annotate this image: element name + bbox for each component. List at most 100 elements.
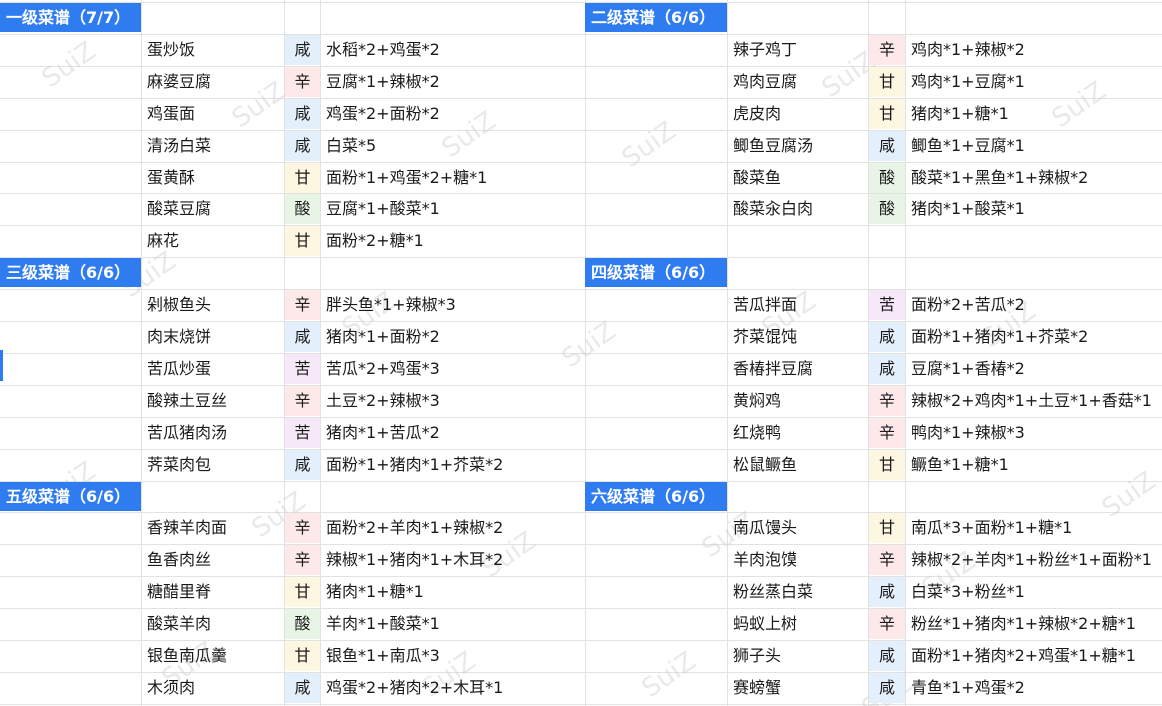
recipe-name-cell[interactable]: 粉丝蒸白菜 xyxy=(727,577,868,607)
ingredients-cell[interactable]: 面粉*1+猪肉*2+鸡蛋*1+糖*1 xyxy=(905,641,1162,671)
ingredients-cell[interactable]: 鸡肉*1+辣椒*2 xyxy=(905,35,1162,65)
ingredients-cell[interactable]: 面粉*2+羊肉*1+辣椒*2 xyxy=(320,513,585,543)
recipe-name-cell[interactable]: 荠菜肉包 xyxy=(141,450,284,480)
ingredients-cell[interactable]: 猪肉*1+糖*1 xyxy=(905,99,1162,129)
recipe-name-cell[interactable]: 麻婆豆腐 xyxy=(141,67,284,97)
recipe-name-cell[interactable]: 鸡肉豆腐 xyxy=(727,67,868,97)
flavor-cell[interactable]: 咸 xyxy=(285,35,320,65)
recipe-name-cell[interactable]: 酸菜羊肉 xyxy=(141,609,284,639)
ingredients-cell[interactable]: 粉丝*1+猪肉*1+辣椒*2+糖*1 xyxy=(905,609,1162,639)
flavor-cell[interactable]: 酸 xyxy=(285,609,320,639)
recipe-name-cell[interactable]: 蛋炒饭 xyxy=(141,35,284,65)
recipe-name-cell[interactable]: 麻花 xyxy=(141,226,284,256)
flavor-cell[interactable]: 辛 xyxy=(285,513,320,543)
ingredients-cell[interactable]: 羊肉*1+酸菜*1 xyxy=(320,609,585,639)
recipe-name-cell[interactable]: 酸辣土豆丝 xyxy=(141,386,284,416)
section-header[interactable]: 五级菜谱（6/6） xyxy=(0,482,141,511)
ingredients-cell[interactable]: 胖头鱼*1+辣椒*3 xyxy=(320,290,585,320)
ingredients-cell[interactable]: 水稻*2+鸡蛋*2 xyxy=(320,35,585,65)
ingredients-cell[interactable]: 猪肉*1+酸菜*1 xyxy=(905,194,1162,224)
flavor-cell[interactable]: 咸 xyxy=(869,322,905,352)
recipe-name-cell[interactable]: 蛋黄酥 xyxy=(141,163,284,193)
ingredients-cell[interactable]: 鸡蛋*2+面粉*2 xyxy=(320,99,585,129)
ingredients-cell[interactable]: 猪肉*1+苦瓜*2 xyxy=(320,418,585,448)
spreadsheet-grid[interactable]: SuiZ SuiZ SuiZ SuiZ SuiZ SuiZ SuiZ SuiZ SuiZ SuiZ… xyxy=(0,0,1162,706)
flavor-cell[interactable]: 甘 xyxy=(869,513,905,543)
ingredients-cell[interactable]: 猪肉*1+糖*1 xyxy=(320,577,585,607)
ingredients-cell[interactable]: 鲫鱼*1+豆腐*1 xyxy=(905,131,1162,161)
flavor-cell[interactable]: 辛 xyxy=(285,290,320,320)
recipe-name-cell[interactable]: 香椿拌豆腐 xyxy=(727,354,868,384)
section-header[interactable]: 一级菜谱（7/7） xyxy=(0,3,141,32)
ingredients-cell[interactable]: 鸡蛋*2+猪肉*2+木耳*1 xyxy=(320,673,585,703)
flavor-cell[interactable]: 甘 xyxy=(285,163,320,193)
flavor-cell[interactable]: 辛 xyxy=(869,386,905,416)
ingredients-cell[interactable]: 鳜鱼*1+糖*1 xyxy=(905,450,1162,480)
ingredients-cell[interactable]: 苦瓜*2+鸡蛋*3 xyxy=(320,354,585,384)
recipe-name-cell[interactable]: 酸菜汆白肉 xyxy=(727,194,868,224)
ingredients-cell[interactable]: 猪肉*1+面粉*2 xyxy=(320,322,585,352)
ingredients-cell[interactable]: 酸菜*1+黑鱼*1+辣椒*2 xyxy=(905,163,1162,193)
section-header[interactable]: 六级菜谱（6/6） xyxy=(585,482,727,511)
flavor-cell[interactable]: 咸 xyxy=(869,354,905,384)
ingredients-cell[interactable]: 南瓜*3+面粉*1+糖*1 xyxy=(905,513,1162,543)
recipe-name-cell[interactable]: 肉末烧饼 xyxy=(141,322,284,352)
recipe-name-cell[interactable]: 酸菜豆腐 xyxy=(141,194,284,224)
recipe-name-cell[interactable]: 苦瓜猪肉汤 xyxy=(141,418,284,448)
flavor-cell[interactable]: 咸 xyxy=(869,577,905,607)
flavor-cell[interactable]: 酸 xyxy=(869,163,905,193)
ingredients-cell[interactable]: 白菜*5 xyxy=(320,131,585,161)
flavor-cell[interactable]: 甘 xyxy=(869,99,905,129)
ingredients-cell[interactable]: 青鱼*1+鸡蛋*2 xyxy=(905,673,1162,703)
recipe-name-cell[interactable]: 芥菜馄饨 xyxy=(727,322,868,352)
ingredients-cell[interactable]: 面粉*1+猪肉*1+芥菜*2 xyxy=(320,450,585,480)
ingredients-cell[interactable]: 土豆*2+辣椒*3 xyxy=(320,386,585,416)
ingredients-cell[interactable]: 白菜*3+粉丝*1 xyxy=(905,577,1162,607)
ingredients-cell[interactable]: 豆腐*1+酸菜*1 xyxy=(320,194,585,224)
flavor-cell[interactable]: 咸 xyxy=(869,673,905,703)
ingredients-cell[interactable]: 鸡肉*1+豆腐*1 xyxy=(905,67,1162,97)
flavor-cell[interactable]: 辛 xyxy=(285,545,320,575)
flavor-cell[interactable]: 咸 xyxy=(285,450,320,480)
flavor-cell[interactable]: 辛 xyxy=(869,545,905,575)
recipe-name-cell[interactable]: 苦瓜炒蛋 xyxy=(141,354,284,384)
flavor-cell[interactable]: 苦 xyxy=(285,354,320,384)
flavor-cell[interactable]: 咸 xyxy=(285,322,320,352)
flavor-cell[interactable]: 咸 xyxy=(285,99,320,129)
ingredients-cell[interactable]: 鸭肉*1+辣椒*3 xyxy=(905,418,1162,448)
ingredients-cell[interactable]: 辣椒*2+鸡肉*1+土豆*1+香菇*1 xyxy=(905,386,1162,416)
flavor-cell[interactable]: 咸 xyxy=(285,673,320,703)
recipe-name-cell[interactable]: 银鱼南瓜羹 xyxy=(141,641,284,671)
section-header[interactable]: 二级菜谱（6/6） xyxy=(585,3,727,32)
recipe-name-cell[interactable]: 鲫鱼豆腐汤 xyxy=(727,131,868,161)
recipe-name-cell[interactable]: 蚂蚁上树 xyxy=(727,609,868,639)
flavor-cell[interactable]: 酸 xyxy=(285,194,320,224)
recipe-name-cell[interactable]: 红烧鸭 xyxy=(727,418,868,448)
section-header[interactable]: 四级菜谱（6/6） xyxy=(585,258,727,287)
recipe-name-cell[interactable]: 羊肉泡馍 xyxy=(727,545,868,575)
recipe-name-cell[interactable]: 剁椒鱼头 xyxy=(141,290,284,320)
recipe-name-cell[interactable]: 糖醋里脊 xyxy=(141,577,284,607)
flavor-cell[interactable]: 甘 xyxy=(869,67,905,97)
flavor-cell[interactable]: 辛 xyxy=(869,609,905,639)
ingredients-cell[interactable]: 辣椒*2+羊肉*1+粉丝*1+面粉*1 xyxy=(905,545,1162,575)
flavor-cell[interactable]: 辛 xyxy=(285,386,320,416)
flavor-cell[interactable]: 甘 xyxy=(869,450,905,480)
recipe-name-cell[interactable]: 清汤白菜 xyxy=(141,131,284,161)
recipe-name-cell[interactable]: 虎皮肉 xyxy=(727,99,868,129)
recipe-name-cell[interactable]: 辣子鸡丁 xyxy=(727,35,868,65)
flavor-cell[interactable]: 甘 xyxy=(285,577,320,607)
ingredients-cell[interactable]: 面粉*1+鸡蛋*2+糖*1 xyxy=(320,163,585,193)
ingredients-cell[interactable]: 豆腐*1+香椿*2 xyxy=(905,354,1162,384)
flavor-cell[interactable]: 辛 xyxy=(285,67,320,97)
ingredients-cell[interactable]: 面粉*2+苦瓜*2 xyxy=(905,290,1162,320)
recipe-name-cell[interactable]: 狮子头 xyxy=(727,641,868,671)
recipe-name-cell[interactable]: 酸菜鱼 xyxy=(727,163,868,193)
flavor-cell[interactable]: 咸 xyxy=(285,131,320,161)
recipe-name-cell[interactable]: 鸡蛋面 xyxy=(141,99,284,129)
flavor-cell[interactable]: 苦 xyxy=(869,290,905,320)
recipe-name-cell[interactable]: 南瓜馒头 xyxy=(727,513,868,543)
recipe-name-cell[interactable]: 苦瓜拌面 xyxy=(727,290,868,320)
flavor-cell[interactable]: 辛 xyxy=(869,35,905,65)
recipe-name-cell[interactable]: 木须肉 xyxy=(141,673,284,703)
